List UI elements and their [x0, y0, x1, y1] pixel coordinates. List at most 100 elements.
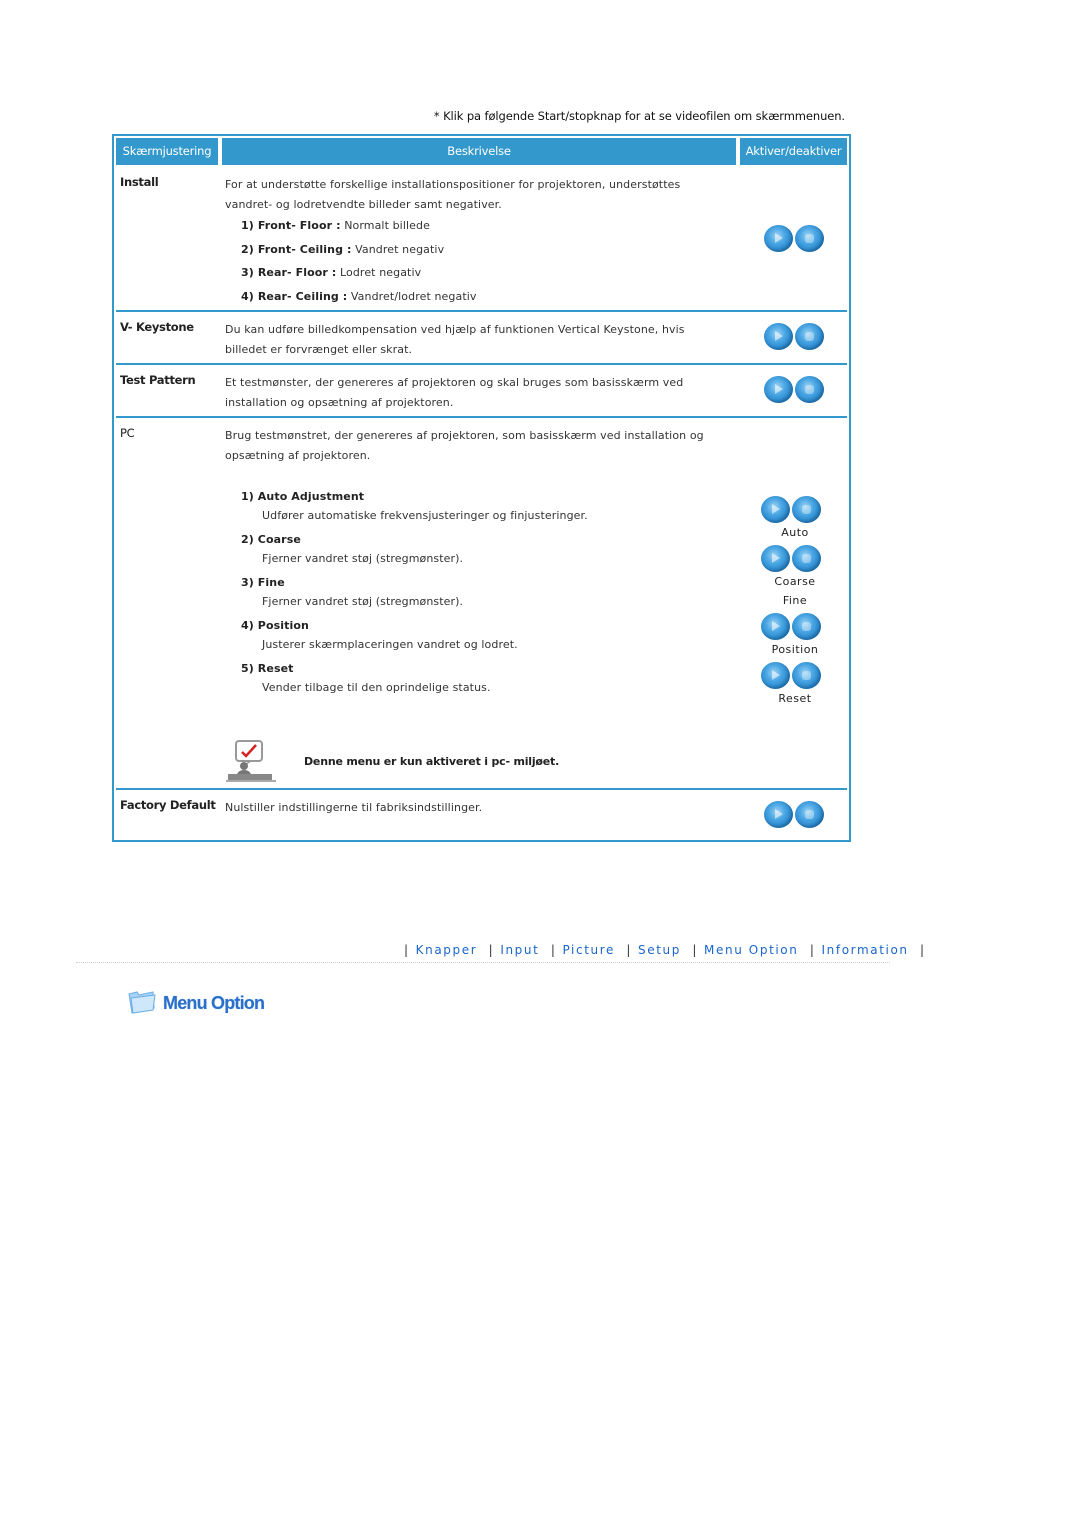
header-description: Beskrivelse	[222, 138, 736, 165]
pc-item-reset: 5) Reset Vender tilbage til den oprindel…	[225, 659, 735, 697]
play-button[interactable]	[761, 613, 790, 640]
nav-separator: |	[920, 943, 926, 957]
test-pattern-controls	[764, 376, 824, 403]
stop-button[interactable]	[795, 225, 824, 252]
header-adjustment: Skærmjustering	[116, 138, 218, 165]
pc-item-coarse: 2) Coarse Fjerner vandret støj (stregmøn…	[225, 530, 735, 568]
item-name: Front- Ceiling	[257, 242, 344, 256]
control-label-position: Position	[771, 643, 819, 656]
install-item-2: 2) Front- Ceiling : Vandret negativ	[241, 242, 445, 256]
stop-button[interactable]	[792, 545, 821, 572]
item-name: Rear- Floor	[257, 266, 328, 279]
item-value: Lodret negativ	[339, 266, 422, 279]
position-controls	[761, 613, 821, 640]
coarse-controls	[761, 545, 821, 572]
row-description: Et testmønster, der genereres af projekt…	[225, 376, 684, 409]
section-heading: Menu Option	[127, 988, 265, 1018]
keystone-controls	[764, 323, 824, 350]
item-title: 5) Reset	[241, 662, 294, 675]
nav-link-picture[interactable]: Picture	[562, 943, 614, 957]
control-label-coarse: Coarse	[774, 575, 816, 588]
table-row-factory-default: Factory Default Nulstiller indstillinger…	[116, 790, 847, 840]
install-item-4: 4) Rear- Ceiling : Vandret/lodret negati…	[241, 289, 477, 303]
pc-item-position: 4) Position Justerer skærmplaceringen va…	[225, 616, 735, 654]
install-desc: For at understøtte forskellige installat…	[225, 178, 681, 211]
table-header: Skærmjustering Beskrivelse Aktiver/deakt…	[116, 138, 847, 165]
nav-link-setup[interactable]: Setup	[638, 943, 681, 957]
row-description: For at understøtte forskellige installat…	[225, 175, 735, 308]
item-desc: Udfører automatiske frekvensjusteringer …	[262, 509, 588, 522]
item-name: Rear- Ceiling	[257, 289, 339, 303]
item-desc: Justerer skærmplaceringen vandret og lod…	[262, 638, 518, 651]
nav-separator: |	[550, 943, 557, 957]
item-desc: Fjerner vandret støj (stregmønster).	[262, 595, 464, 608]
item-desc: Vender tilbage til den oprindelige statu…	[262, 681, 491, 694]
control-label-fine: Fine	[782, 594, 808, 607]
table-row-keystone: V- Keystone Du kan udføre billedkompensa…	[116, 312, 847, 365]
nav-separator: |	[809, 943, 816, 957]
table-row-pc: PC Brug testmønstret, der genereres af p…	[116, 418, 847, 790]
play-button[interactable]	[764, 225, 793, 252]
nav-link-information[interactable]: Information	[822, 943, 909, 957]
factory-controls	[764, 801, 824, 828]
item-desc: Fjerner vandret støj (stregmønster).	[262, 552, 464, 565]
play-button[interactable]	[761, 545, 790, 572]
row-label: PC	[120, 426, 135, 440]
stop-button[interactable]	[792, 613, 821, 640]
nav-separator: |	[626, 943, 633, 957]
install-controls	[764, 225, 824, 252]
control-label-auto: Auto	[781, 526, 809, 539]
auto-controls	[761, 496, 821, 523]
checkmark-monitor-icon	[226, 740, 276, 782]
bottom-navigation: | Knapper | Input | Picture | Setup | Menu Op…	[398, 943, 932, 957]
nav-link-knapper[interactable]: Knapper	[416, 943, 478, 957]
stop-button[interactable]	[795, 801, 824, 828]
stop-button[interactable]	[792, 662, 821, 689]
item-value: Vandret/lodret negativ	[350, 289, 477, 303]
item-title: 4) Position	[241, 619, 309, 632]
video-instruction-note: * Klik pa følgende Start/stopknap for at…	[433, 109, 845, 123]
nav-link-menu-option[interactable]: Menu Option	[704, 943, 798, 957]
item-title: 1) Auto Adjustment	[241, 490, 365, 503]
row-label: Test Pattern	[120, 373, 196, 387]
install-item-1: 1) Front- Floor : Normalt billede	[241, 219, 430, 232]
nav-separator: |	[692, 943, 699, 957]
item-num: 4)	[241, 289, 254, 303]
divider	[76, 962, 890, 963]
header-toggle: Aktiver/deaktiver	[740, 138, 847, 165]
row-label: V- Keystone	[120, 320, 194, 334]
stop-button[interactable]	[795, 376, 824, 403]
play-button[interactable]	[764, 801, 793, 828]
nav-separator: |	[488, 943, 495, 957]
pc-item-auto: 1) Auto Adjustment Udfører automatiske f…	[225, 487, 735, 525]
item-num: 1)	[241, 219, 254, 232]
item-value: Vandret negativ	[355, 242, 445, 256]
section-title: Menu Option	[163, 992, 265, 1013]
pc-item-fine: 3) Fine Fjerner vandret støj (stregmønst…	[225, 573, 735, 611]
nav-separator: |	[404, 943, 410, 957]
stop-button[interactable]	[795, 323, 824, 350]
item-name: Front- Floor	[257, 219, 333, 232]
play-button[interactable]	[761, 662, 790, 689]
item-title: 2) Coarse	[241, 533, 301, 546]
row-description: Nulstiller indstillingerne til fabriksin…	[225, 801, 483, 814]
pc-only-note: Denne menu er kun aktiveret i pc- miljøe…	[226, 740, 559, 782]
table-row-test-pattern: Test Pattern Et testmønster, der generer…	[116, 365, 847, 418]
row-label: Factory Default	[120, 798, 216, 812]
item-title: 3) Fine	[241, 576, 285, 589]
settings-table: Skærmjustering Beskrivelse Aktiver/deakt…	[112, 134, 851, 842]
play-button[interactable]	[764, 376, 793, 403]
pc-desc: Brug testmønstret, der genereres af proj…	[225, 429, 704, 462]
reset-controls	[761, 662, 821, 689]
row-description: Brug testmønstret, der genereres af proj…	[225, 426, 735, 702]
row-description: Du kan udføre billedkompensation ved hjæ…	[225, 323, 685, 356]
play-button[interactable]	[764, 323, 793, 350]
item-num: 2)	[241, 242, 254, 256]
control-label-reset: Reset	[778, 692, 812, 705]
folder-icon	[127, 988, 157, 1018]
play-button[interactable]	[761, 496, 790, 523]
nav-link-input[interactable]: Input	[500, 943, 539, 957]
item-num: 3)	[241, 266, 254, 279]
pc-note-text: Denne menu er kun aktiveret i pc- miljøe…	[304, 754, 560, 768]
stop-button[interactable]	[792, 496, 821, 523]
